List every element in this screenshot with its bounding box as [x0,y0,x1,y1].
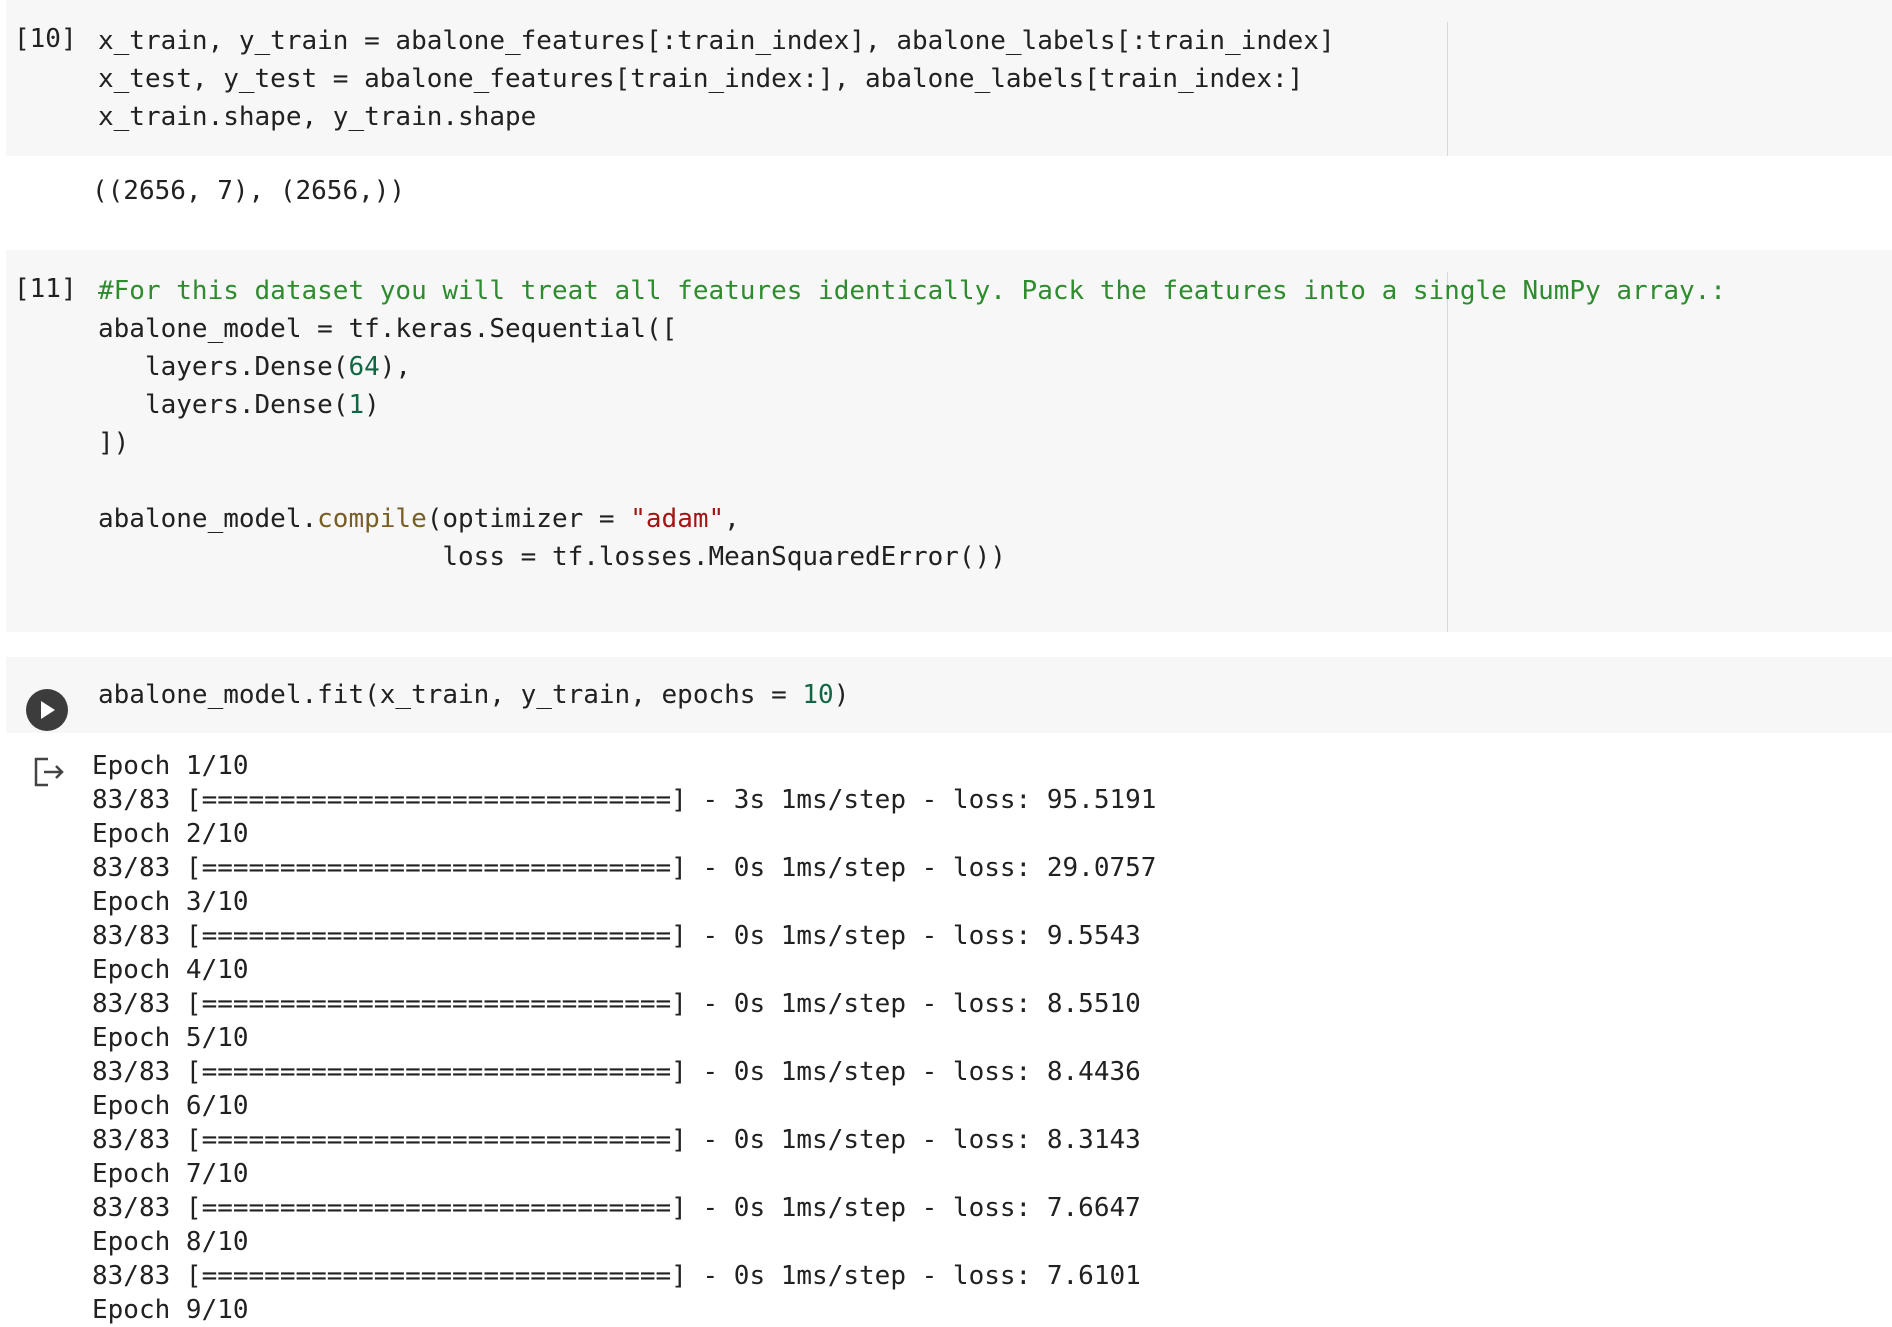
output-line: Epoch 5/10 [92,1023,249,1053]
run-cell-button[interactable] [26,689,68,731]
code-token: 64 [348,352,380,382]
output-line: Epoch 9/10 [92,1295,249,1325]
code-line: #For this dataset you will treat all fea… [98,272,1726,310]
cell-prompt: [11] [14,274,77,304]
output-line: 83/83 [==============================] -… [92,1261,1141,1291]
code-token: "adam" [630,504,725,534]
code-token: layers.Dense( [98,352,349,382]
code-cell-11[interactable]: [11] #For this dataset you will treat al… [6,250,1892,632]
code-token: x_train, y_train = abalone_features[:tra… [98,26,1335,56]
output-line: 83/83 [==============================] -… [92,853,1157,883]
output-line: Epoch 4/10 [92,955,249,985]
code-line: abalone_model.compile(optimizer = "adam"… [98,500,1726,538]
code-token: 10 [802,680,834,710]
code-cell-current[interactable]: abalone_model.fit(x_train, y_train, epoc… [6,657,1892,733]
code-token: abalone_model. [98,504,318,534]
code-token: ), [379,352,412,382]
play-icon [41,701,55,719]
output-line: 83/83 [==============================] -… [92,785,1157,815]
output-line: Epoch 6/10 [92,1091,249,1121]
output-arrow-icon[interactable] [32,757,66,787]
code-editor[interactable]: x_train, y_train = abalone_features[:tra… [98,22,1335,136]
code-editor[interactable]: #For this dataset you will treat all fea… [98,272,1726,576]
training-output: Epoch 1/10 83/83 [=======================… [92,749,1156,1327]
output-line: Epoch 1/10 [92,751,249,781]
output-line: Epoch 3/10 [92,887,249,917]
code-cell-10[interactable]: [10] x_train, y_train = abalone_features… [6,0,1892,156]
code-line: x_train, y_train = abalone_features[:tra… [98,22,1335,60]
code-line: x_test, y_test = abalone_features[train_… [98,60,1335,98]
code-token: abalone_model.fit(x_train, y_train, epoc… [98,680,803,710]
code-line: loss = tf.losses.MeanSquaredError()) [98,538,1726,576]
output-line: 83/83 [==============================] -… [92,1193,1141,1223]
code-line: abalone_model = tf.keras.Sequential([ [98,310,1726,348]
output-line: Epoch 7/10 [92,1159,249,1189]
code-line: layers.Dense(1) [98,386,1726,424]
code-token: compile [317,504,427,534]
code-line: abalone_model.fit(x_train, y_train, epoc… [98,676,849,714]
code-token: 1 [348,390,365,420]
code-token: ]) [98,428,130,458]
code-token: x_test, y_test = abalone_features[train_… [98,64,1304,94]
cell-prompt: [10] [14,24,77,54]
output-line: Epoch 2/10 [92,819,249,849]
cell-output: ((2656, 7), (2656,)) [92,176,406,206]
output-line: 83/83 [==============================] -… [92,989,1141,1019]
code-line: ]) [98,424,1726,462]
code-token: ) [833,680,850,710]
code-line: x_train.shape, y_train.shape [98,98,1335,136]
code-line: layers.Dense(64), [98,348,1726,386]
code-token: abalone_model = tf.keras.Sequential([ [98,314,678,344]
code-token: layers.Dense( [98,390,349,420]
output-line: 83/83 [==============================] -… [92,921,1141,951]
cell-divider [1447,22,1448,156]
code-token: loss = tf.losses.MeanSquaredError()) [98,542,1006,572]
code-token: #For this dataset you will treat all fea… [98,276,1726,306]
code-token: , [724,504,740,534]
output-line: 83/83 [==============================] -… [92,1057,1141,1087]
code-token: (optimizer = [426,504,631,534]
code-token: x_train.shape, y_train.shape [98,102,537,132]
output-line: 83/83 [==============================] -… [92,1125,1141,1155]
code-token: ) [364,390,380,420]
output-line: Epoch 8/10 [92,1227,249,1257]
code-editor[interactable]: abalone_model.fit(x_train, y_train, epoc… [98,676,849,714]
